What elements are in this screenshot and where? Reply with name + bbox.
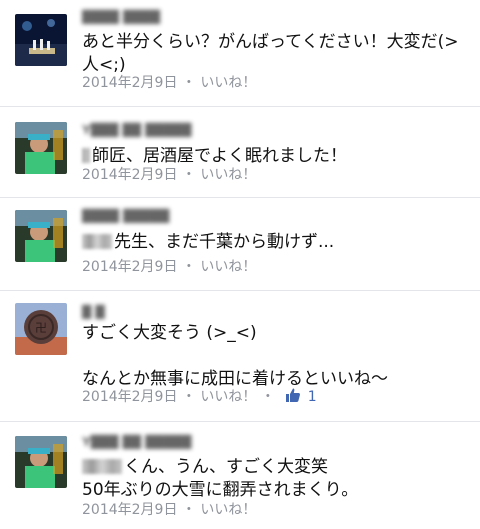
comment-item: ████ ████ あと半分くらい？がんばってください！大変だ(> 人<;) 2… [0,0,480,107]
comment-date[interactable]: 2014年2月9日 [82,75,177,91]
comment-date[interactable]: 2014年2月9日 [82,167,177,183]
comment-text: 先生、まだ千葉から動けず... [82,231,467,254]
meta-separator: ・ [181,389,196,405]
comment-item: ████ █████ 先生、まだ千葉から動けず... 2014年2月9日 ・ い… [0,198,480,291]
comment-meta: 2014年2月9日 ・ いいね！ [82,72,256,92]
comment-date[interactable]: 2014年2月9日 [82,502,177,518]
comment-meta: 2014年2月9日 ・ いいね！ [82,499,256,519]
meta-separator: ・ [181,502,196,518]
comment-item: Y███ ██ █████ 師匠、居酒屋でよく眠れました！ 2014年2月9日 … [0,107,480,198]
like-link[interactable]: いいね！ [200,389,256,405]
commenter-name[interactable]: ████ █████ [82,209,169,223]
commenter-name[interactable]: ████ ████ [82,10,160,24]
comment-date[interactable]: 2014年2月9日 [82,389,177,405]
like-count[interactable]: 1 [308,389,317,405]
meta-separator: ・ [181,259,196,275]
comment-item: 卍 █ █ すごく大変そう (>_<) なんとか無事に成田に着けるといいね〜 2… [0,291,480,422]
like-link[interactable]: いいね！ [200,259,256,275]
redacted-name [82,234,112,249]
comment-text: あと半分くらい？がんばってください！大変だ(> 人<;) [82,32,459,75]
avatar[interactable] [15,14,67,66]
comment-meta: 2014年2月9日 ・ いいね！ [82,256,256,276]
commenter-name[interactable]: Y███ ██ █████ [82,435,191,449]
redacted-name [82,148,90,163]
meta-separator: ・ [260,389,275,405]
like-link[interactable]: いいね！ [200,167,256,183]
comment-date[interactable]: 2014年2月9日 [82,259,177,275]
thumbs-up-icon[interactable] [285,387,301,403]
svg-text:卍: 卍 [35,321,47,335]
avatar[interactable] [15,210,67,262]
like-link[interactable]: いいね！ [200,502,256,518]
avatar[interactable] [15,122,67,174]
comment-text: すごく大変そう (>_<) なんとか無事に成田に着けるといいね〜 [82,323,388,389]
like-link[interactable]: いいね！ [200,75,256,91]
commenter-name[interactable]: Y███ ██ █████ [82,123,191,137]
redacted-name [82,459,122,474]
commenter-name[interactable]: █ █ [82,305,105,319]
comment-text: くん、うん、すごく大変笑 50年ぶりの大雪に翻弄されまくり。 [82,457,359,500]
avatar[interactable]: 卍 [15,303,67,355]
comment-item: Y███ ██ █████ くん、うん、すごく大変笑 50年ぶりの大雪に翻弄され… [0,422,480,529]
comment-meta: 2014年2月9日 ・ いいね！ ・ 1 [82,386,317,406]
meta-separator: ・ [181,75,196,91]
avatar[interactable] [15,436,67,488]
meta-separator: ・ [181,167,196,183]
comment-meta: 2014年2月9日 ・ いいね！ [82,164,256,184]
